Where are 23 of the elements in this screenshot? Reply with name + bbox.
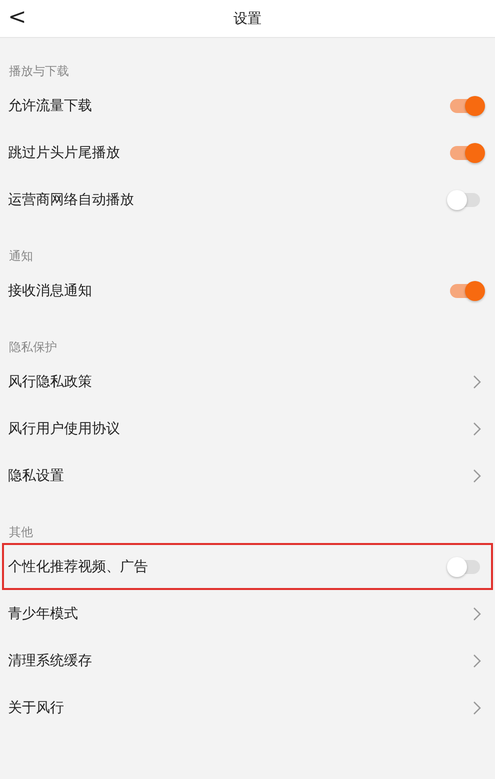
setting-label: 青少年模式 bbox=[8, 604, 78, 622]
chevron-right-icon bbox=[473, 468, 481, 482]
setting-label: 允许流量下载 bbox=[8, 96, 92, 114]
back-button[interactable]: < bbox=[4, 4, 30, 32]
setting-label: 运营商网络自动播放 bbox=[8, 190, 134, 208]
section-title: 其他 bbox=[9, 525, 33, 539]
setting-label: 跳过片头片尾播放 bbox=[8, 144, 120, 162]
section-title: 通知 bbox=[9, 249, 33, 263]
setting-label: 风行隐私政策 bbox=[8, 372, 92, 390]
section-title: 隐私保护 bbox=[9, 340, 57, 354]
setting-label: 隐私设置 bbox=[8, 466, 64, 484]
setting-label: 接收消息通知 bbox=[8, 282, 92, 300]
chevron-right-icon bbox=[473, 606, 481, 620]
setting-label: 关于风行 bbox=[8, 698, 64, 716]
chevron-right-icon bbox=[473, 374, 481, 388]
chevron-right-icon bbox=[473, 700, 481, 714]
chevron-right-icon bbox=[473, 654, 481, 668]
setting-label: 风行用户使用协议 bbox=[8, 420, 120, 438]
setting-label: 个性化推荐视频、广告 bbox=[8, 558, 148, 576]
setting-label: 清理系统缓存 bbox=[8, 652, 92, 670]
page-title: 设置 bbox=[234, 10, 262, 28]
section-title: 播放与下载 bbox=[9, 64, 69, 78]
chevron-right-icon bbox=[473, 422, 481, 436]
